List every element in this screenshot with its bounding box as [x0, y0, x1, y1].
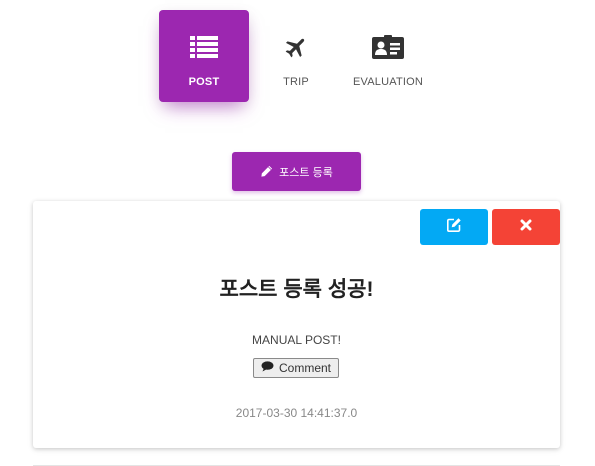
tab-post[interactable]: POST	[159, 10, 249, 102]
tab-trip-label: TRIP	[283, 76, 309, 88]
post-title: 포스트 등록 성공!	[219, 278, 374, 301]
register-post-button[interactable]: 포스트 등록	[232, 152, 361, 191]
edit-button[interactable]	[420, 209, 488, 245]
comment-button[interactable]: Comment	[253, 358, 339, 378]
list-icon	[188, 34, 220, 60]
tab-trip[interactable]: TRIP	[251, 10, 341, 102]
edit-icon	[446, 217, 462, 238]
register-post-label: 포스트 등록	[279, 166, 333, 179]
close-icon	[520, 218, 532, 236]
page: POST TRIP EVALUATION 포스트 등록 포스트 등록 성공! M…	[0, 0, 595, 466]
tab-evaluation-label: EVALUATION	[352, 76, 424, 88]
pencil-icon	[260, 165, 273, 178]
comment-label: Comment	[278, 361, 331, 375]
speech-bubble-icon	[261, 361, 274, 375]
tab-post-label: POST	[188, 76, 220, 88]
post-body: MANUAL POST!	[252, 333, 341, 347]
delete-button[interactable]	[492, 209, 560, 245]
id-card-icon	[372, 34, 404, 60]
post-date: 2017-03-30 14:41:37.0	[235, 406, 358, 420]
post-card: 포스트 등록 성공! MANUAL POST! Comment 2017-03-…	[33, 201, 560, 448]
tab-evaluation[interactable]: EVALUATION	[343, 10, 433, 102]
airplane-icon	[280, 34, 312, 60]
